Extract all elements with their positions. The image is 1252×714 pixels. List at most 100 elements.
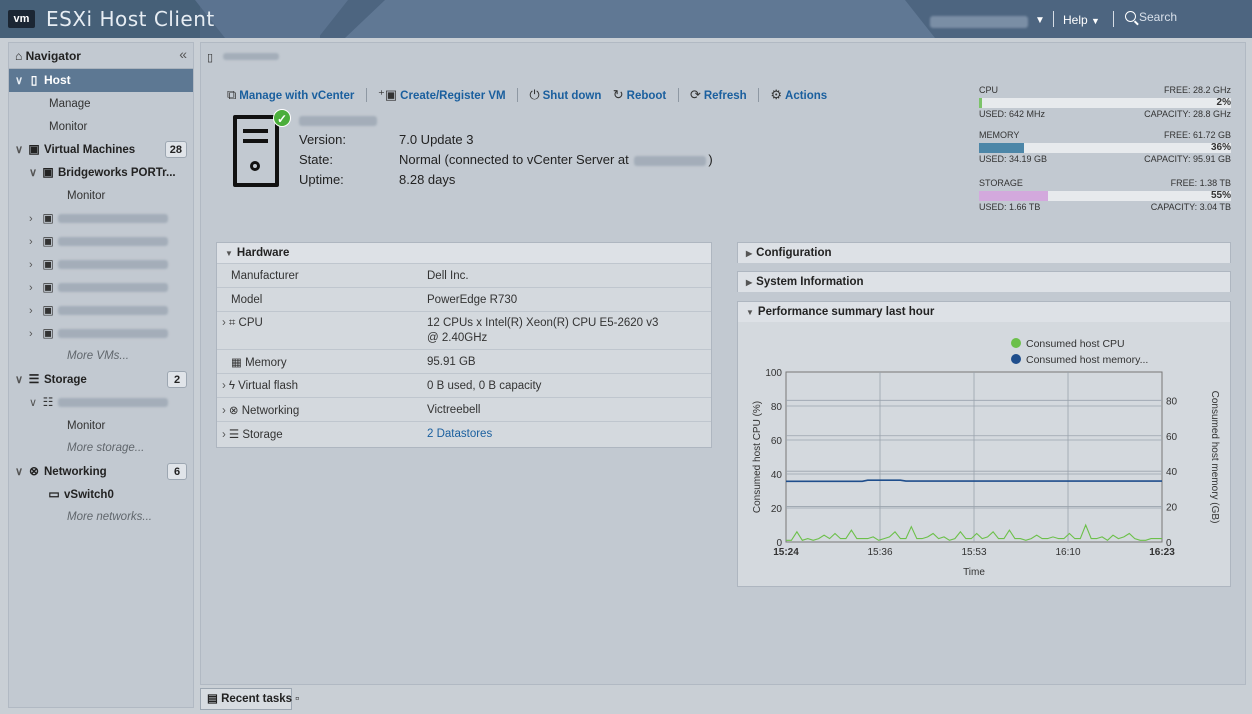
nav-item-storage-monitor[interactable]: Monitor xyxy=(9,414,193,437)
memory-meter-name: MEMORY xyxy=(979,130,1020,140)
x-tick-label: 15:53 xyxy=(961,547,986,558)
chevron-down-icon[interactable]: ∨ xyxy=(29,162,41,185)
nav-item-vm[interactable]: › ▣ xyxy=(9,299,193,322)
manage-vcenter-button[interactable]: ⧉ Manage with vCenter xyxy=(227,87,354,103)
refresh-button[interactable]: ⟳ Refresh xyxy=(690,87,747,103)
redacted-vm-name xyxy=(58,260,168,270)
shutdown-button[interactable]: ⏻ Shut down xyxy=(529,87,601,103)
nav-vms-label: Virtual Machines xyxy=(44,144,136,156)
create-vm-icon: ⁺▣ xyxy=(378,87,398,102)
table-row[interactable]: › ⊗ Networking Victreebell xyxy=(217,397,711,422)
y2-tick-label: 80 xyxy=(1166,396,1178,407)
hw-key-label: Memory xyxy=(245,356,287,369)
nav-item-networking[interactable]: ∨ ⊗ Networking 6 xyxy=(9,460,193,483)
actions-button[interactable]: ⚙ Actions xyxy=(770,87,827,103)
redacted-datastore-name xyxy=(58,398,168,408)
nav-item-vm[interactable]: › ▣ xyxy=(9,276,193,299)
user-menu[interactable] xyxy=(930,14,1028,28)
chevron-right-icon[interactable]: › xyxy=(29,208,41,231)
collapse-triangle-icon[interactable]: ▼ xyxy=(746,308,754,317)
chevron-right-icon[interactable]: › xyxy=(222,405,226,417)
chevron-down-icon[interactable]: ∨ xyxy=(15,461,27,484)
nav-item-vm[interactable]: › ▣ xyxy=(9,207,193,230)
hw-key-label: CPU xyxy=(238,317,263,329)
nav-item-manage[interactable]: Manage xyxy=(9,92,193,115)
x-tick-label: 15:24 xyxy=(773,547,799,558)
chevron-down-icon[interactable]: ∨ xyxy=(15,139,27,162)
chevron-down-icon[interactable]: ∨ xyxy=(15,369,27,392)
expand-triangle-icon[interactable]: ▶ xyxy=(746,249,752,258)
chevron-down-icon[interactable]: ∨ xyxy=(15,70,27,93)
reboot-button[interactable]: ↻ Reboot xyxy=(613,87,667,103)
nav-item-host[interactable]: ∨ ▯ Host xyxy=(9,69,193,92)
system-information-header[interactable]: ▶ System Information xyxy=(738,272,1230,292)
collapse-navigator-icon[interactable]: « xyxy=(179,46,187,62)
expand-triangle-icon[interactable]: ▶ xyxy=(746,278,752,287)
more-storage-label: More storage... xyxy=(67,442,145,454)
nav-item-vm-monitor[interactable]: Monitor xyxy=(9,184,193,207)
nav-item-datastore[interactable]: ∨ ☷ xyxy=(9,391,193,414)
hw-value: Dell Inc. xyxy=(419,263,711,288)
nav-item-vm[interactable]: ∨ ▣ Bridgeworks PORTr... xyxy=(9,161,193,184)
configuration-panel-header[interactable]: ▶ Configuration xyxy=(738,243,1230,263)
vm-icon: ▣ xyxy=(42,257,54,271)
datastores-link[interactable]: 2 Datastores xyxy=(419,421,711,446)
system-information-panel[interactable]: ▶ System Information xyxy=(737,271,1231,292)
redacted-vm-name xyxy=(58,306,168,316)
state-label: State: xyxy=(299,152,333,167)
chevron-right-icon[interactable]: › xyxy=(222,317,226,329)
nav-item-vswitch[interactable]: ▭ vSwitch0 xyxy=(9,483,193,506)
cpu-usage-bar: 2% xyxy=(979,97,1231,108)
nav-networking-label: Networking xyxy=(44,466,107,478)
search-input[interactable]: Search xyxy=(1125,10,1245,28)
nav-more-vms[interactable]: More VMs... xyxy=(9,345,193,368)
chevron-down-icon[interactable]: ∨ xyxy=(29,392,41,415)
nav-item-storage[interactable]: ∨ ☰ Storage 2 xyxy=(9,368,193,391)
chevron-right-icon[interactable]: › xyxy=(29,323,41,346)
chevron-right-icon[interactable]: › xyxy=(29,254,41,277)
header-decoration xyxy=(225,0,320,38)
create-vm-button[interactable]: ⁺▣ Create/Register VM xyxy=(378,87,506,103)
nav-item-monitor[interactable]: Monitor xyxy=(9,115,193,138)
table-row[interactable]: › ⌗ CPU 12 CPUs x Intel(R) Xeon(R) CPU E5-… xyxy=(217,311,711,350)
table-row[interactable]: › ☰ Storage 2 Datastores xyxy=(217,421,711,446)
chevron-right-icon[interactable]: › xyxy=(29,231,41,254)
reboot-icon: ↻ xyxy=(612,87,624,102)
help-menu[interactable]: Help ▼ xyxy=(1063,13,1100,27)
recent-tasks-tab[interactable]: ▤ Recent tasks ▫ xyxy=(200,688,299,710)
cpu-chip-icon: ⌗ xyxy=(228,317,236,329)
maximize-icon[interactable]: ▫ xyxy=(295,693,299,705)
chevron-right-icon[interactable]: › xyxy=(222,429,226,441)
more-networks-label: More networks... xyxy=(67,511,152,523)
hw-key[interactable]: › ☰ Storage xyxy=(217,421,419,446)
user-dropdown-caret-icon[interactable]: ▼ xyxy=(1035,15,1045,26)
nav-item-vm[interactable]: › ▣ xyxy=(9,230,193,253)
nav-item-vm[interactable]: › ▣ xyxy=(9,322,193,345)
nav-item-virtual-machines[interactable]: ∨ ▣ Virtual Machines 28 xyxy=(9,138,193,161)
chevron-right-icon[interactable]: › xyxy=(29,300,41,323)
nav-item-vm[interactable]: › ▣ xyxy=(9,253,193,276)
hw-key[interactable]: › ⊗ Networking xyxy=(217,397,419,422)
configuration-panel[interactable]: ▶ Configuration xyxy=(737,242,1231,263)
navigator-header: ⌂ Navigator « xyxy=(9,43,193,69)
performance-panel-header[interactable]: ▼ Performance summary last hour xyxy=(738,302,1230,322)
redacted-vm-name xyxy=(58,329,168,339)
manage-vcenter-label: Manage with vCenter xyxy=(239,90,355,102)
chevron-right-icon[interactable]: › xyxy=(29,277,41,300)
chevron-right-icon[interactable]: › xyxy=(222,380,226,392)
cpu-capacity: CAPACITY: 28.8 GHz xyxy=(1144,109,1231,119)
collapse-triangle-icon[interactable]: ▼ xyxy=(225,249,233,258)
state-value: Normal (connected to vCenter Server at xyxy=(399,152,629,167)
host-tab-icon: ▯ xyxy=(207,52,214,64)
table-row[interactable]: › ϟ Virtual flash 0 B used, 0 B capacity xyxy=(217,373,711,398)
vm-icon: ▣ xyxy=(28,142,40,156)
hw-key[interactable]: › ⌗ CPU xyxy=(217,311,419,350)
search-icon xyxy=(1125,11,1136,22)
datastore-icon: ☷ xyxy=(42,395,54,409)
nav-more-networks[interactable]: More networks... xyxy=(9,506,193,529)
storage-free: FREE: 1.38 TB xyxy=(1170,178,1231,188)
hardware-panel-header[interactable]: ▼ Hardware xyxy=(217,243,711,263)
hw-key[interactable]: › ϟ Virtual flash xyxy=(217,373,419,398)
header-decoration xyxy=(345,0,385,38)
nav-more-storage[interactable]: More storage... xyxy=(9,437,193,460)
